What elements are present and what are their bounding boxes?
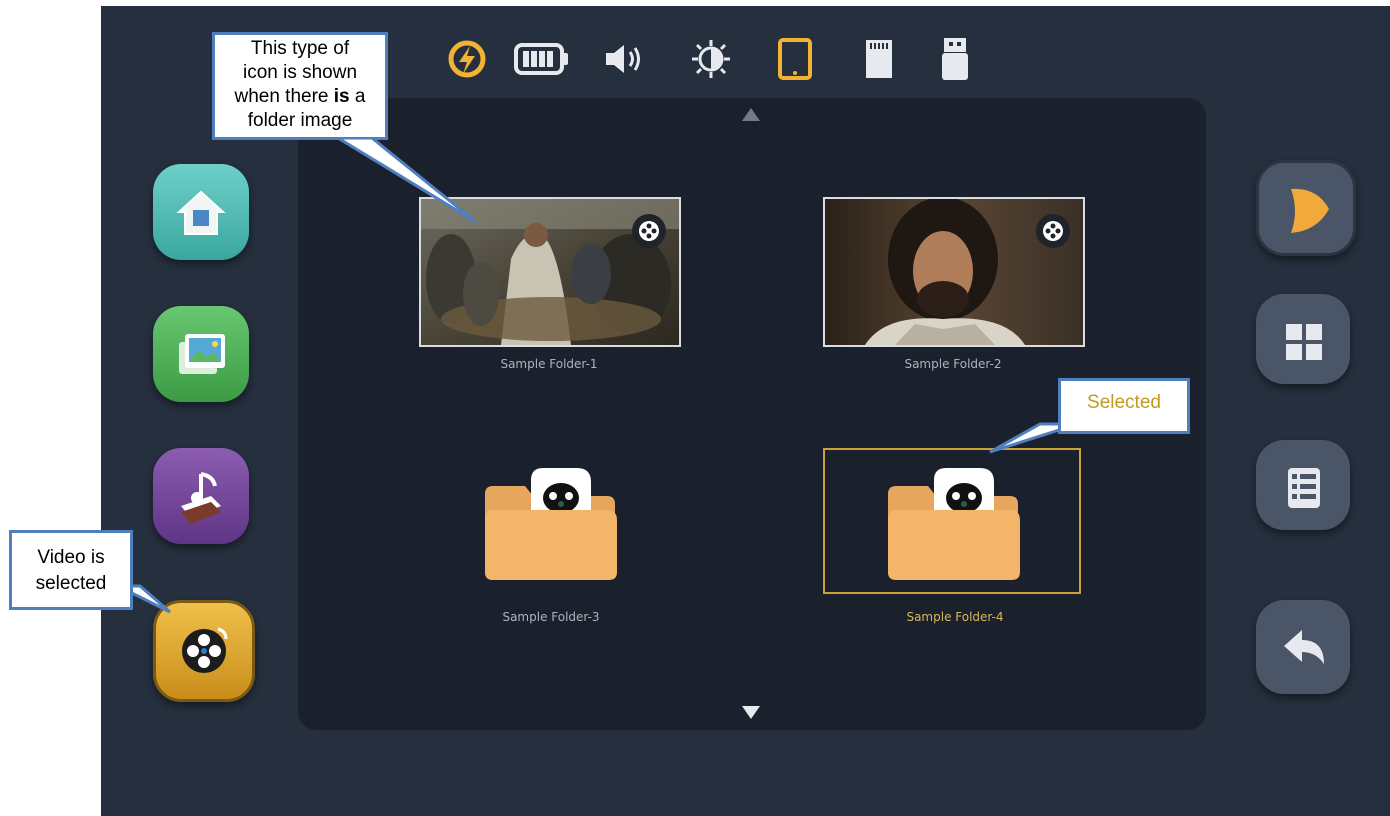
callout-line: selected — [35, 573, 107, 594]
callout-line: This type of — [250, 38, 350, 59]
callout-text: Selected — [1087, 392, 1161, 413]
callout-text: a — [354, 86, 366, 107]
callout-video-selected: Video is selected — [9, 530, 133, 610]
callout-line: icon is shown — [242, 62, 358, 83]
callout-line: when there is a — [215, 85, 385, 109]
callout-emphasis: is — [333, 86, 350, 107]
callout-selected: Selected — [1058, 378, 1190, 434]
callout-line: Video is — [37, 547, 105, 568]
callout-text: when there — [234, 86, 329, 107]
callout-folder-image-cover: This type of icon is shown when there is… — [215, 35, 385, 137]
callout-line: folder image — [247, 110, 353, 131]
